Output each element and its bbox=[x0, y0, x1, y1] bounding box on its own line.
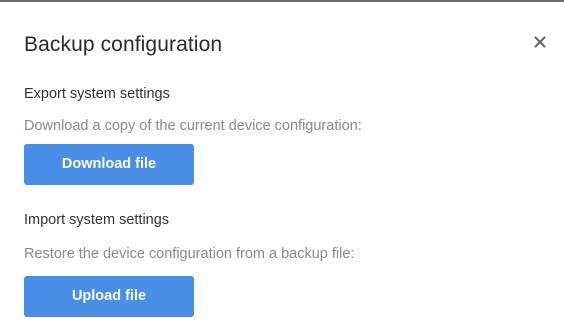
import-section-description: Restore the device configuration from a … bbox=[24, 246, 355, 262]
upload-file-button[interactable]: Upload file bbox=[24, 276, 194, 317]
import-section-title: Import system settings bbox=[24, 212, 170, 228]
export-section-description: Download a copy of the current device co… bbox=[24, 118, 362, 134]
close-icon bbox=[534, 36, 546, 48]
download-file-button[interactable]: Download file bbox=[24, 144, 194, 185]
backup-configuration-dialog: Backup configuration Export system setti… bbox=[0, 0, 564, 331]
dialog-title: Backup configuration bbox=[24, 33, 223, 56]
export-section-title: Export system settings bbox=[24, 86, 170, 102]
close-button[interactable] bbox=[532, 34, 548, 50]
